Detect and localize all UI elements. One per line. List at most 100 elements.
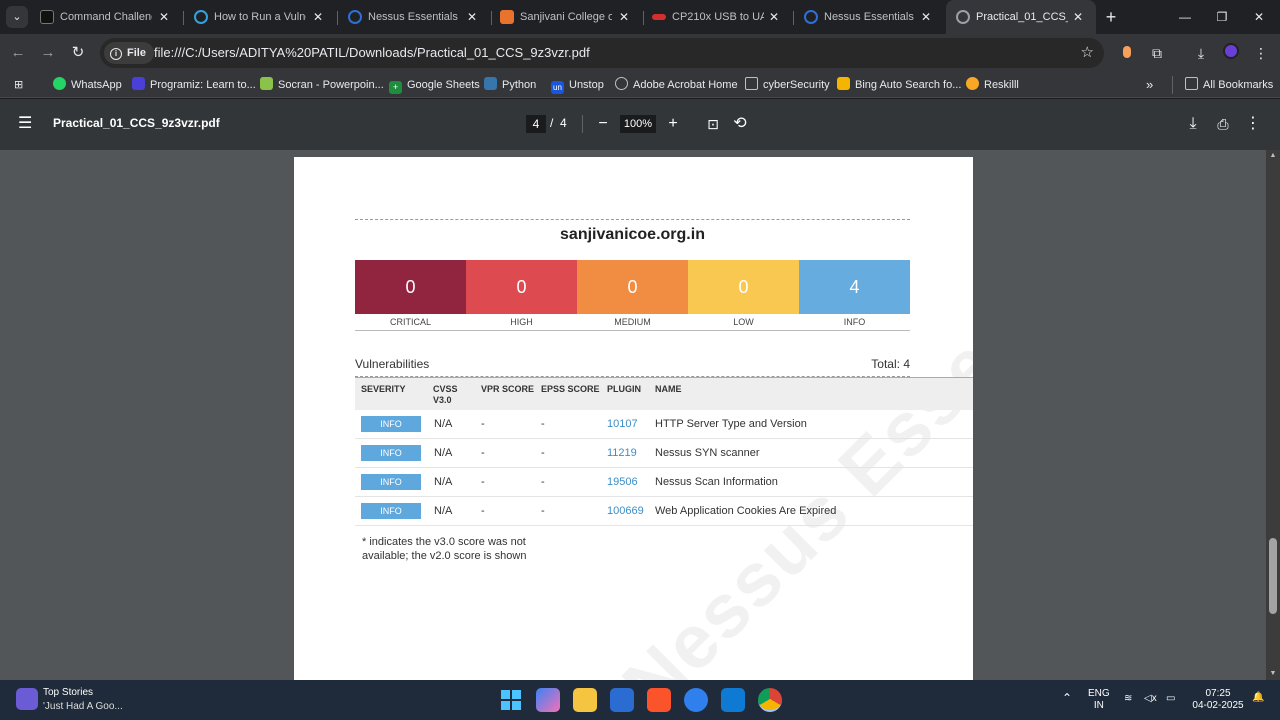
column-severity: SEVERITY xyxy=(361,384,406,394)
extension-icon[interactable] xyxy=(1117,43,1137,63)
maximize-button[interactable]: ❐ xyxy=(1207,6,1237,28)
tab-title: Sanjivani College of Engineering xyxy=(520,11,612,23)
tab-title: How to Run a Vulnerability Scan xyxy=(214,11,306,23)
tab-search-button[interactable]: ⌄ xyxy=(6,6,28,28)
window-close-button[interactable]: ✕ xyxy=(1244,6,1274,28)
plugin-link[interactable]: 10107 xyxy=(607,418,638,430)
apps-grid-icon[interactable]: ⊞ xyxy=(14,76,23,94)
volume-muted-icon[interactable]: ◁x xyxy=(1144,693,1157,705)
column-plugin: PLUGIN xyxy=(607,384,642,394)
page-number-input[interactable]: 4 xyxy=(526,115,546,133)
minimize-button[interactable]: — xyxy=(1170,6,1200,28)
pdf-viewer[interactable]: Nessus Essentials sanjivanicoe.org.in 0 … xyxy=(0,150,1266,680)
vpr-cell: - xyxy=(481,418,485,430)
close-icon[interactable]: ✕ xyxy=(616,9,632,25)
battery-icon[interactable]: ▭ xyxy=(1166,693,1175,705)
vscode-icon[interactable] xyxy=(721,688,745,712)
new-tab-button[interactable]: + xyxy=(1100,6,1122,28)
vulnerabilities-total: Total: 4 xyxy=(871,357,910,371)
downloads-icon[interactable]: ⤓ xyxy=(1191,43,1211,63)
tab-nessus-folders[interactable]: Nessus Essentials / Folders ✕ xyxy=(794,0,944,34)
download-icon[interactable]: ⤓ xyxy=(1183,114,1203,134)
chip-label: File xyxy=(127,47,146,59)
zoom-level-input[interactable]: 100% xyxy=(620,115,656,133)
bookmark-star-icon[interactable]: ☆ xyxy=(1081,43,1094,61)
extensions-puzzle-icon[interactable]: ⧉ xyxy=(1147,43,1167,63)
fit-page-icon[interactable]: ⊡ xyxy=(703,114,723,134)
tab-pdf-active[interactable]: Practical_01_CCS_9z3vzr.pdf ✕ xyxy=(946,0,1096,34)
bookmark-reskilll[interactable]: Reskilll xyxy=(966,76,1019,94)
tab-title: Nessus Essentials / Folders xyxy=(824,11,916,23)
chrome-icon[interactable] xyxy=(758,688,782,712)
notifications-icon[interactable]: 🔔 xyxy=(1252,692,1264,704)
close-icon[interactable]: ✕ xyxy=(464,9,480,25)
tab-sanjivani[interactable]: Sanjivani College of Engineering ✕ xyxy=(490,0,642,34)
app-icon[interactable] xyxy=(684,688,708,712)
reload-button[interactable]: ↻ xyxy=(67,42,89,64)
news-widget-icon[interactable] xyxy=(16,688,38,710)
bookmarks-overflow-button[interactable]: » xyxy=(1146,76,1153,94)
news-subtitle[interactable]: 'Just Had A Goo... xyxy=(43,701,123,712)
bookmark-folder-cybersecurity[interactable]: cyberSecurity xyxy=(745,76,830,94)
close-icon[interactable]: ✕ xyxy=(918,9,934,25)
language-indicator[interactable]: ENG IN xyxy=(1088,688,1110,712)
bookmark-label: Programiz: Learn to... xyxy=(150,79,256,91)
plugin-link[interactable]: 11219 xyxy=(607,447,637,459)
tab-nessus-login[interactable]: Nessus Essentials / Login ✕ xyxy=(338,0,490,34)
severity-badge: INFO xyxy=(361,474,421,490)
bookmark-socran[interactable]: Socran - Powerpoin... xyxy=(260,76,384,94)
url-text[interactable]: file:///C:/Users/ADITYA%20PATIL/Download… xyxy=(154,38,590,68)
microsoft-store-icon[interactable] xyxy=(610,688,634,712)
bookmark-whatsapp[interactable]: WhatsApp xyxy=(53,76,122,94)
clock[interactable]: 07:25 04-02-2025 xyxy=(1190,688,1246,712)
close-icon[interactable]: ✕ xyxy=(1070,9,1086,25)
file-explorer-icon[interactable] xyxy=(573,688,597,712)
severity-rule xyxy=(355,330,910,331)
windows-start-icon[interactable] xyxy=(499,688,523,712)
globe-icon xyxy=(615,77,628,90)
tray-overflow-icon[interactable]: ⌃ xyxy=(1062,692,1072,704)
scroll-thumb[interactable] xyxy=(1269,538,1277,614)
all-bookmarks-button[interactable]: All Bookmarks xyxy=(1172,76,1273,94)
column-name: NAME xyxy=(655,384,682,394)
close-icon[interactable]: ✕ xyxy=(310,9,326,25)
bookmark-adobe[interactable]: Adobe Acrobat Home xyxy=(615,76,738,94)
epss-cell: - xyxy=(541,505,545,517)
bookmark-unstop[interactable]: un Unstop xyxy=(551,76,604,94)
plugin-link[interactable]: 100669 xyxy=(607,505,644,517)
bookmark-python[interactable]: Python xyxy=(484,76,536,94)
nessus-favicon-icon xyxy=(348,10,362,24)
brave-icon[interactable] xyxy=(647,688,671,712)
profile-avatar[interactable] xyxy=(1221,43,1241,63)
zoom-out-button[interactable]: − xyxy=(593,114,613,134)
scroll-down-icon[interactable]: ▼ xyxy=(1269,670,1277,678)
tab-vuln-scan[interactable]: How to Run a Vulnerability Scan ✕ xyxy=(184,0,336,34)
forward-button[interactable]: → xyxy=(37,42,59,64)
bookmark-programiz[interactable]: Programiz: Learn to... xyxy=(132,76,256,94)
rotate-icon[interactable]: ⟲ xyxy=(730,114,750,134)
address-bar[interactable]: i File file:///C:/Users/ADITYA%20PATIL/Do… xyxy=(100,38,1104,68)
tab-cp210x[interactable]: CP210x USB to UART ✕ xyxy=(642,0,792,34)
bookmark-google-sheets[interactable]: + Google Sheets xyxy=(389,76,480,94)
bookmark-label: Bing Auto Search fo... xyxy=(855,79,962,91)
tab-strip: ⌄ Command Challenge ✕ How to Run a Vulne… xyxy=(0,0,1280,34)
zoom-in-button[interactable]: + xyxy=(663,114,683,134)
scroll-up-icon[interactable]: ▲ xyxy=(1269,152,1277,160)
back-button[interactable]: ← xyxy=(7,42,29,64)
wifi-icon[interactable]: ≋ xyxy=(1124,693,1132,705)
tab-command-challenge[interactable]: Command Challenge ✕ xyxy=(30,0,182,34)
print-icon[interactable]: ⎙ xyxy=(1213,114,1233,134)
all-bookmarks-label: All Bookmarks xyxy=(1203,79,1274,91)
site-info-chip[interactable]: i File xyxy=(104,42,154,64)
sidebar-menu-icon[interactable]: ☰ xyxy=(18,115,36,133)
column-epss: EPSS SCORE xyxy=(541,384,600,394)
close-icon[interactable]: ✕ xyxy=(156,9,172,25)
news-title[interactable]: Top Stories xyxy=(43,687,93,698)
close-icon[interactable]: ✕ xyxy=(766,9,782,25)
bookmark-bing[interactable]: Bing Auto Search fo... xyxy=(837,76,961,94)
chrome-menu-icon[interactable]: ⋮ xyxy=(1251,43,1271,63)
vertical-scrollbar[interactable]: ▲ ▼ xyxy=(1266,150,1280,680)
copilot-icon[interactable] xyxy=(536,688,560,712)
more-actions-icon[interactable]: ⋮ xyxy=(1243,114,1263,134)
plugin-link[interactable]: 19506 xyxy=(607,476,638,488)
